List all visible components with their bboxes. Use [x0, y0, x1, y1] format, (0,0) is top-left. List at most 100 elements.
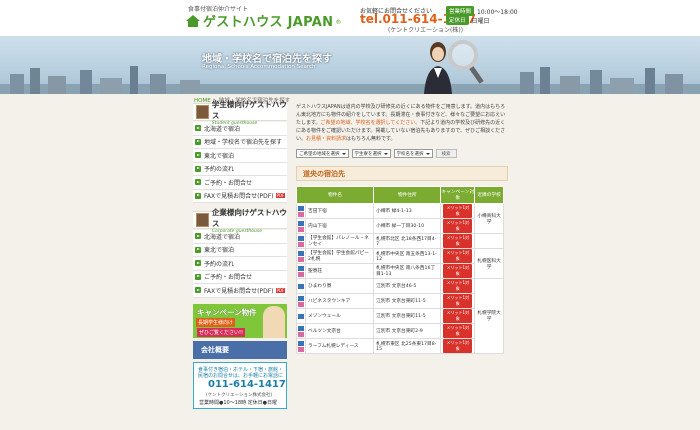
male-icon: [298, 265, 304, 271]
property-address: 江別市 文京台東町2-9: [373, 323, 442, 339]
sidebar-item-corp-contact[interactable]: ご予約・お問合せ: [193, 270, 287, 284]
table-header-row: 物件名 物件住所 キャンペーン対象 近隣の学校: [295, 186, 504, 204]
female-icon: [298, 301, 304, 307]
property-name[interactable]: 【学生会館】学生会館パピー2札幌: [304, 248, 375, 264]
closed-value: 日曜日: [471, 17, 490, 25]
male-icon: [298, 235, 304, 241]
male-icon: [298, 220, 304, 226]
property-address: 江別市 文京台46-5: [373, 278, 442, 294]
property-address: 江別市 文京台東町11-5: [373, 293, 442, 309]
chevron-down-icon: [341, 152, 346, 155]
sidebar-item-student-fax[interactable]: FAXで見積お問合せ(PDF) PDF: [193, 189, 287, 203]
table-row[interactable]: ラーフム札幌レディース 札幌市東区 北25条東17目8-15 メリット1対象: [296, 338, 504, 354]
region-heading: 道央の宿泊先: [296, 166, 508, 181]
male-icon: [298, 340, 304, 346]
property-name[interactable]: 内山下宿: [304, 218, 375, 234]
table-row[interactable]: ひまわり寮 江別市 文京台46-5 メリット1対象 札幌学院大学: [296, 278, 504, 354]
arrow-icon: [195, 152, 201, 159]
male-icon: [298, 313, 304, 319]
nearby-school: 札幌学院大学: [474, 278, 504, 354]
nearby-school: 札幌医科大学: [474, 248, 504, 279]
intro-text: ゲストハウスJAPANは道内の学校及び研修先の近くにある物件をご用意します。道内…: [296, 103, 508, 143]
female-icon: [298, 271, 304, 277]
campaign-cell: メリット1対象: [440, 308, 476, 324]
row-icons: [296, 248, 306, 264]
row-icons: [296, 263, 306, 279]
property-name[interactable]: ベルツン文京台: [304, 323, 375, 339]
campaign-cell: メリット1対象: [440, 263, 476, 279]
chevron-down-icon: [425, 152, 430, 155]
sidebar-item-corp-tohoku[interactable]: 東北で宿泊: [193, 243, 287, 257]
student-photo: [263, 305, 285, 338]
table-row[interactable]: ベルツン文京台 江別市 文京台東町2-9 メリット1対象: [296, 323, 504, 339]
sidebar-item-label: FAXで見積お問合せ(PDF): [204, 193, 274, 201]
arrow-icon: [195, 165, 201, 172]
campaign-badge: メリット1対象: [443, 264, 473, 278]
tel-box-company: (ケントクリエーション株式会社): [206, 392, 273, 398]
sidebar: 学生様向けゲストハウス Student guesthouse 北海道で宿泊 地域…: [193, 100, 287, 409]
site-logo[interactable]: ゲストハウス JAPAN ®: [186, 11, 341, 30]
male-icon: [298, 283, 304, 289]
campaign-cell: メリット1対象: [440, 323, 476, 339]
logo-text: ゲストハウス JAPAN: [203, 15, 334, 30]
row-icons: [296, 338, 306, 354]
search-button[interactable]: 検索: [435, 149, 457, 158]
table-row[interactable]: 聖寮荘 札幌市中央区 南八条西16丁目1-13 メリット1対象: [296, 263, 504, 279]
pdf-icon: PDF: [275, 193, 286, 199]
arrow-icon: [195, 138, 201, 145]
female-icon: [298, 226, 304, 232]
sidebar-item-label: FAXで見積お問合せ(PDF): [204, 287, 274, 295]
property-name[interactable]: 聖寮荘: [304, 263, 375, 279]
intro-highlight: ご希望の地域、学校名を選択してください。: [320, 120, 421, 126]
corporate-section-header: 企業様向けゲストハウス Corporate guesthouse: [193, 208, 287, 234]
property-name[interactable]: ひまわり寮: [304, 278, 375, 294]
company-profile-button[interactable]: 会社概要: [193, 340, 287, 359]
table-row[interactable]: 【学生会館】学生会館パピー2札幌 札幌市中央区 南五条西13-1-12 メリット1対…: [296, 248, 504, 279]
sidebar-item-student-flow[interactable]: 予約の流れ: [193, 162, 287, 176]
property-address: 札幌市東区 北25条東17目8-15: [373, 338, 442, 354]
col-name-header: 物件名: [295, 186, 375, 204]
row-icons: [296, 218, 306, 234]
property-name[interactable]: 吉田下宿: [304, 203, 375, 219]
page-subtitle: Regional Schools Accommodation Search: [202, 64, 316, 70]
campaign-badge: メリット1対象: [443, 279, 473, 293]
campaign-cell: メリット1対象: [440, 248, 476, 264]
row-icons: [296, 233, 306, 249]
property-name[interactable]: メゾンウェール: [304, 308, 375, 324]
building-icon: [196, 213, 209, 227]
phone-contact-box[interactable]: 食事付き宿泊・ホテル・下宿・旅館・ 民宿のお問合せは、お手軽にお電話に 011-…: [193, 361, 287, 409]
campaign-cell: メリット1対象: [440, 233, 476, 249]
campaign-badge: メリット1対象: [443, 309, 473, 323]
dorm-select[interactable]: 学生寮を選択: [351, 149, 391, 158]
table-row[interactable]: 内山下宿 小樽市 緑一丁目30-10 メリット1対象: [296, 218, 504, 234]
sidebar-item-student-tohoku[interactable]: 東北で宿泊: [193, 149, 287, 163]
table-row[interactable]: 吉田下宿 小樽市 緑4-1-13 メリット1対象 小樽商科大学: [296, 203, 504, 234]
table-row[interactable]: ハピネスタウンキア 江別市 文京台東町11-5 メリット1対象: [296, 293, 504, 309]
page-title: 地域・学校名で宿泊先を探す: [202, 54, 332, 65]
arrow-icon: [195, 287, 201, 294]
sidebar-item-corp-fax[interactable]: FAXで見積お問合せ(PDF) PDF: [193, 284, 287, 298]
table-row[interactable]: 【学生会館】パレノール・ネンセイ 札幌市北区 北18条西17目4-7 メリット1対象: [296, 233, 504, 249]
property-name[interactable]: ハピネスタウンキア: [304, 293, 375, 309]
sidebar-item-student-contact[interactable]: ご予約・お問合せ: [193, 176, 287, 190]
arrow-icon: [195, 125, 201, 132]
sidebar-item-corp-flow[interactable]: 予約の流れ: [193, 257, 287, 271]
sidebar-item-student-school-search[interactable]: 地域・学校名で宿泊先を探す: [193, 135, 287, 149]
page: 食事付宿泊仲介サイト ゲストハウス JAPAN ® お気軽にお問合せください t…: [0, 0, 700, 430]
table-row[interactable]: メゾンウェール 江別市 文京台東町11-5 メリット1対象: [296, 308, 504, 324]
row-icons: [296, 278, 306, 294]
female-icon: [298, 256, 304, 262]
male-icon: [298, 250, 304, 256]
female-icon: [298, 211, 304, 217]
registered-mark: ®: [335, 19, 342, 26]
sidebar-item-label: 北海道で宿泊: [204, 125, 241, 133]
corporate-section-title: 企業様向けゲストハウス: [211, 207, 287, 228]
property-name[interactable]: 【学生会館】パレノール・ネンセイ: [304, 233, 375, 249]
school-select[interactable]: 学校名を選択: [393, 149, 433, 158]
search-filters: ご希望の地域を選択 学生寮を選択 学校名を選択 検索: [296, 149, 508, 158]
property-name[interactable]: ラーフム札幌レディース: [304, 338, 375, 354]
campaign-banner[interactable]: キャンペーン物件 長期学生様向け ぜひご覧ください!!: [193, 303, 287, 338]
school-select-value: 学校名を選択: [396, 151, 424, 157]
area-select[interactable]: ご希望の地域を選択: [296, 149, 349, 158]
city-skyline-image: [0, 66, 700, 94]
